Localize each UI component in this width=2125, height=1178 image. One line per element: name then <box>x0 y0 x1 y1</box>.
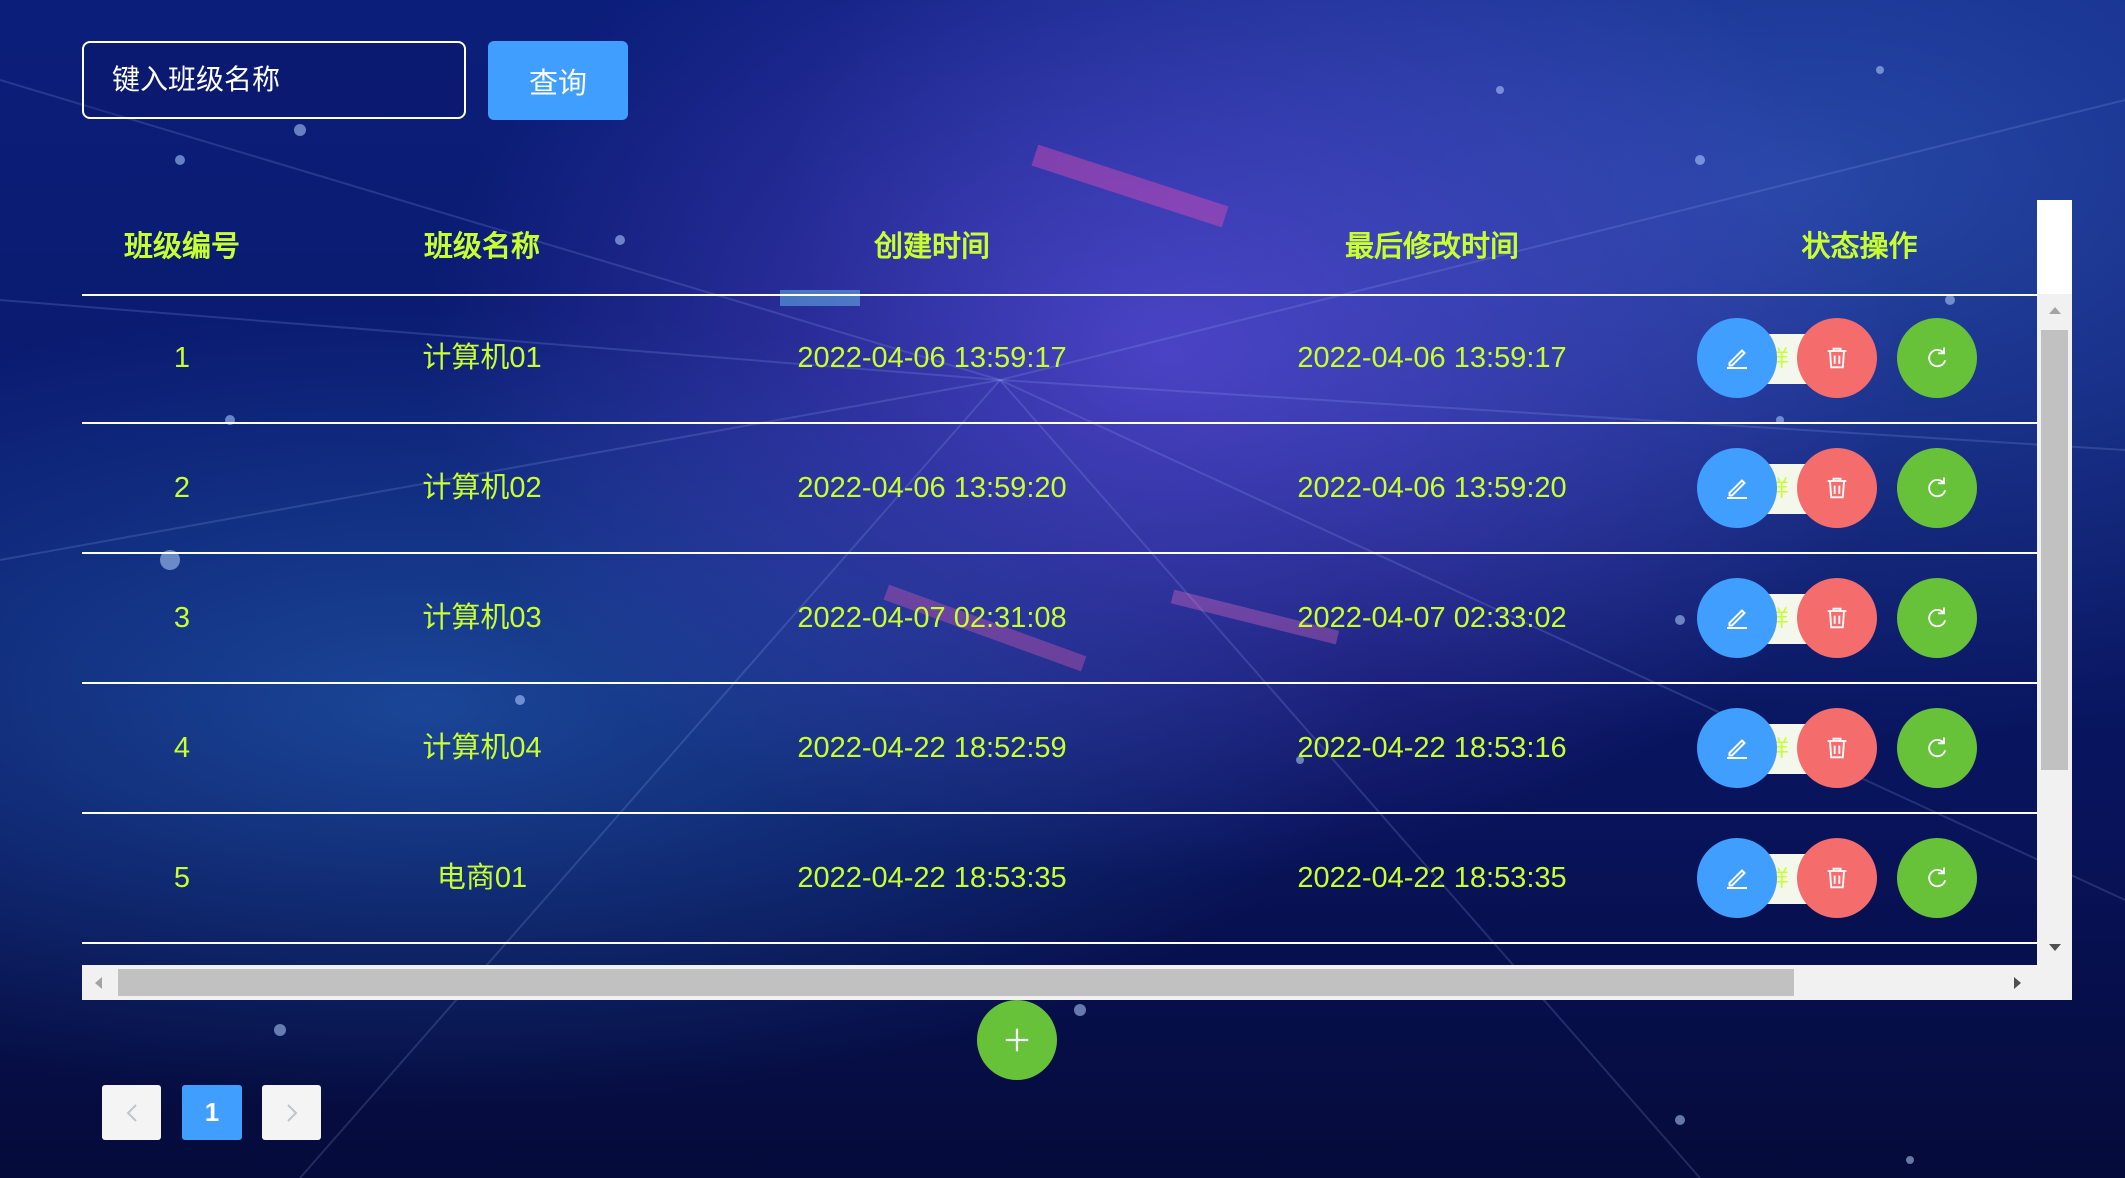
column-header-modified-time: 最后修改时间 <box>1344 231 1519 263</box>
edit-button[interactable] <box>1697 578 1777 658</box>
cell-created-time: 2022-04-06 13:59:20 <box>797 472 1067 504</box>
scroll-left-arrow-icon[interactable] <box>92 975 104 991</box>
row-actions: 详 <box>1697 578 2017 660</box>
reset-button[interactable] <box>1897 838 1977 918</box>
horizontal-scrollbar-thumb[interactable] <box>118 969 1794 996</box>
cell-modified-time: 2022-04-22 18:53:16 <box>1297 732 1567 764</box>
trash-icon <box>1827 347 1847 369</box>
chevron-left-icon <box>126 1103 137 1122</box>
cell-class-name: 计算机04 <box>422 732 542 764</box>
table-row: 4 计算机04 2022-04-22 18:52:59 2022-04-22 1… <box>82 684 2037 814</box>
row-actions: 详 <box>1697 708 2017 790</box>
table-row: 2 计算机02 2022-04-06 13:59:20 2022-04-06 1… <box>82 424 2037 554</box>
trash-icon <box>1827 737 1847 759</box>
edit-icon <box>1727 739 1747 759</box>
cell-class-name: 电商01 <box>436 862 528 894</box>
plus-icon <box>1005 1028 1029 1052</box>
edit-button[interactable] <box>1697 448 1777 528</box>
table-row: 3 计算机03 2022-04-07 02:31:08 2022-04-07 0… <box>82 554 2037 684</box>
vertical-scrollbar-thumb[interactable] <box>2041 330 2068 770</box>
refresh-icon <box>1928 867 1947 888</box>
cell-class-id: 5 <box>173 862 191 894</box>
reset-button[interactable] <box>1897 708 1977 788</box>
pagination-prev-button[interactable] <box>102 1085 161 1140</box>
edit-icon <box>1727 349 1747 369</box>
cell-class-id: 4 <box>173 732 191 764</box>
class-table: 班级编号 班级名称 创建时间 最后修改时间 状态操作 1 计算机01 2022-… <box>82 200 2072 1000</box>
edit-icon <box>1727 479 1747 499</box>
class-name-search-input[interactable] <box>82 41 466 119</box>
cell-created-time: 2022-04-07 02:31:08 <box>797 602 1067 634</box>
scroll-right-arrow-icon[interactable] <box>2012 975 2024 991</box>
cell-modified-time: 2022-04-06 13:59:17 <box>1297 342 1567 374</box>
cell-class-id: 1 <box>173 342 191 374</box>
pagination-next-button[interactable] <box>262 1085 321 1140</box>
edit-button[interactable] <box>1697 838 1777 918</box>
cell-class-id: 3 <box>173 602 191 634</box>
query-button[interactable]: 查询 <box>488 41 628 120</box>
edit-icon <box>1727 609 1747 629</box>
edit-icon <box>1727 869 1747 889</box>
cell-created-time: 2022-04-06 13:59:17 <box>797 342 1067 374</box>
scroll-up-arrow-icon[interactable] <box>2047 304 2063 316</box>
scrollbar-header-gutter <box>2037 200 2072 294</box>
reset-button[interactable] <box>1897 318 1977 398</box>
cell-class-name: 计算机03 <box>422 602 542 634</box>
row-actions: 详 <box>1697 448 2017 530</box>
table-row: 1 计算机01 2022-04-06 13:59:17 2022-04-06 1… <box>82 294 2037 424</box>
column-header-actions: 状态操作 <box>1801 231 1918 263</box>
trash-icon <box>1827 477 1847 499</box>
refresh-icon <box>1928 347 1947 368</box>
cell-modified-time: 2022-04-07 02:33:02 <box>1297 602 1567 634</box>
row-actions: 详 <box>1697 318 2017 400</box>
edit-button[interactable] <box>1697 318 1777 398</box>
scroll-down-arrow-icon[interactable] <box>2047 942 2063 954</box>
reset-button[interactable] <box>1897 578 1977 658</box>
delete-button[interactable] <box>1797 708 1877 788</box>
delete-button[interactable] <box>1797 448 1877 528</box>
delete-button[interactable] <box>1797 318 1877 398</box>
add-class-button[interactable] <box>977 1000 1057 1080</box>
vertical-scrollbar[interactable] <box>2037 200 2072 1000</box>
trash-icon <box>1827 607 1847 629</box>
table-row: 5 电商01 2022-04-22 18:53:35 2022-04-22 18… <box>82 814 2037 944</box>
column-header-class-id: 班级编号 <box>123 231 240 263</box>
chevron-right-icon <box>286 1103 297 1122</box>
edit-button[interactable] <box>1697 708 1777 788</box>
refresh-icon <box>1928 477 1947 498</box>
trash-icon <box>1827 867 1847 889</box>
column-header-class-name: 班级名称 <box>423 231 540 263</box>
cell-modified-time: 2022-04-22 18:53:35 <box>1297 862 1567 894</box>
refresh-icon <box>1928 607 1947 628</box>
horizontal-scrollbar[interactable] <box>82 965 2072 1000</box>
cell-class-name: 计算机01 <box>422 342 542 374</box>
pagination-page-1[interactable]: 1 <box>182 1085 242 1140</box>
refresh-icon <box>1928 737 1947 758</box>
column-header-created-time: 创建时间 <box>873 231 990 263</box>
cell-created-time: 2022-04-22 18:52:59 <box>797 732 1067 764</box>
delete-button[interactable] <box>1797 578 1877 658</box>
cell-modified-time: 2022-04-06 13:59:20 <box>1297 472 1567 504</box>
row-actions: 详 <box>1697 838 2017 920</box>
cell-created-time: 2022-04-22 18:53:35 <box>797 862 1067 894</box>
cell-class-id: 2 <box>173 472 191 504</box>
table-header: 班级编号 班级名称 创建时间 最后修改时间 状态操作 <box>82 200 2037 296</box>
cell-class-name: 计算机02 <box>422 472 542 504</box>
reset-button[interactable] <box>1897 448 1977 528</box>
delete-button[interactable] <box>1797 838 1877 918</box>
